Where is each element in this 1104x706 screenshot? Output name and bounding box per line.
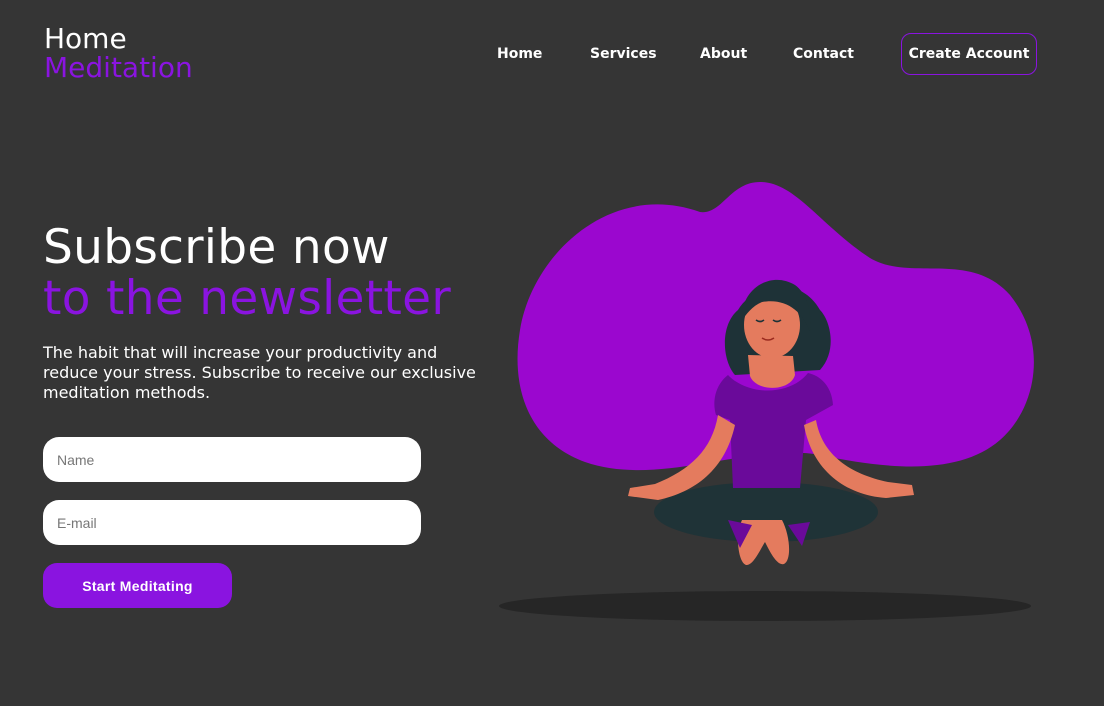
hero-title-line2: to the newsletter bbox=[43, 271, 451, 326]
nav-contact[interactable]: Contact bbox=[793, 46, 854, 62]
start-meditating-button[interactable]: Start Meditating bbox=[43, 563, 232, 608]
email-input[interactable] bbox=[43, 500, 421, 545]
logo-line-meditation: Meditation bbox=[44, 51, 193, 84]
hero-description: The habit that will increase your produc… bbox=[43, 343, 476, 402]
floor-shadow bbox=[499, 591, 1031, 621]
nav-home[interactable]: Home bbox=[497, 46, 542, 62]
hero-title: Subscribe now to the newsletter bbox=[43, 222, 451, 324]
hero-title-line1: Subscribe now bbox=[43, 220, 390, 275]
create-account-button[interactable]: Create Account bbox=[901, 33, 1037, 75]
site-logo[interactable]: Home Meditation bbox=[44, 24, 193, 82]
logo-line-home: Home bbox=[44, 22, 127, 55]
name-input[interactable] bbox=[43, 437, 421, 482]
nav-services[interactable]: Services bbox=[590, 46, 657, 62]
meditating-woman-illustration bbox=[499, 182, 1034, 621]
nav-about[interactable]: About bbox=[700, 46, 747, 62]
